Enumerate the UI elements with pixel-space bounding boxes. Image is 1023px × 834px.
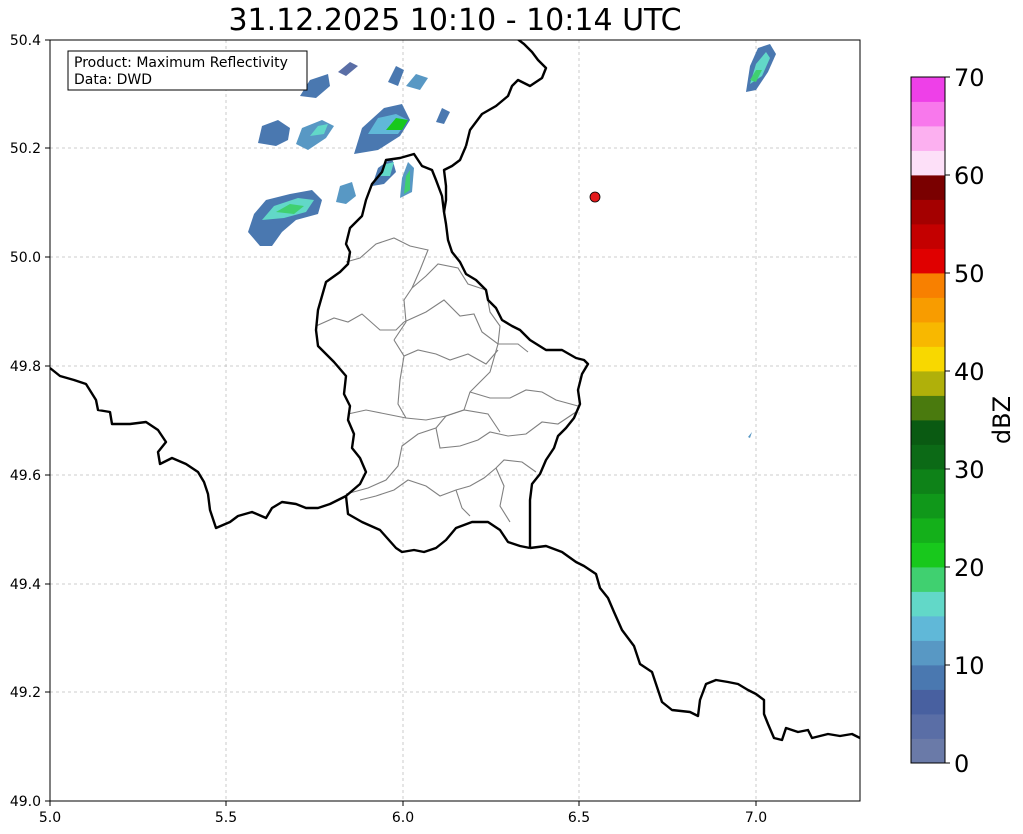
- colorbar-segments: [911, 77, 945, 764]
- y-tick-label: 49.6: [10, 468, 41, 484]
- colorbar-segment: [911, 542, 945, 568]
- colorbar-segment: [911, 77, 945, 102]
- colorbar-tick-label: 0: [954, 750, 969, 778]
- colorbar-tick-label: 10: [954, 652, 985, 680]
- colorbar-segment: [911, 714, 945, 739]
- y-axis: 49.0 49.2 49.4 49.6 49.8 50.0 50.2 50.4: [10, 33, 50, 810]
- colorbar-segment: [911, 126, 945, 151]
- colorbar-segment: [911, 567, 945, 592]
- echo-cell: [258, 120, 290, 146]
- map-frame: [49, 39, 861, 802]
- y-tick-label: 50.2: [10, 141, 41, 157]
- echo-cell: [436, 108, 450, 124]
- colorbar-segment: [911, 101, 945, 127]
- product-info-box: Product: Maximum Reflectivity Data: DWD: [67, 50, 308, 91]
- colorbar-segment: [911, 273, 945, 298]
- x-axis: 5.0 5.5 6.0 6.5 7.0: [39, 801, 767, 826]
- x-tick-label: 5.5: [215, 810, 237, 826]
- country-borders: [50, 40, 860, 742]
- colorbar-segment: [911, 224, 945, 249]
- x-tick-label: 7.0: [745, 810, 767, 826]
- colorbar-segment: [911, 150, 945, 176]
- colorbar-segment: [911, 738, 945, 764]
- product-label: Product: Maximum Reflectivity: [74, 55, 288, 71]
- colorbar-tick-label: 40: [954, 358, 985, 386]
- echo-cell: [248, 190, 322, 246]
- colorbar-segment: [911, 248, 945, 274]
- x-tick-label: 5.0: [39, 810, 61, 826]
- colorbar-segment: [911, 640, 945, 666]
- colorbar-segment: [911, 518, 945, 543]
- colorbar-segment: [911, 297, 945, 323]
- colorbar-tick-label: 60: [954, 162, 985, 190]
- x-tick-label: 6.0: [392, 810, 414, 826]
- y-tick-label: 49.0: [10, 794, 41, 810]
- colorbar-segment: [911, 665, 945, 690]
- colorbar-segment: [911, 689, 945, 715]
- colorbar-tick-label: 30: [954, 456, 985, 484]
- colorbar: 0 10 20 30 40 50 60 70 dBZ: [910, 64, 1016, 778]
- colorbar-segment: [911, 444, 945, 470]
- y-tick-label: 49.8: [10, 359, 41, 375]
- colorbar-segment: [911, 591, 945, 617]
- colorbar-segment: [911, 395, 945, 421]
- radar-site-marker: [589, 191, 601, 203]
- radar-echoes: [248, 44, 776, 438]
- colorbar-tick-label: 50: [954, 260, 985, 288]
- colorbar-tick-label: 70: [954, 64, 985, 92]
- colorbar-segment: [911, 322, 945, 347]
- colorbar-segment: [911, 175, 945, 200]
- colorbar-segment: [911, 199, 945, 225]
- colorbar-segment: [911, 371, 945, 396]
- echo-cell: [748, 432, 752, 438]
- district-boundaries: [315, 237, 579, 523]
- colorbar-segment: [911, 346, 945, 372]
- colorbar-unit-label: dBZ: [988, 396, 1016, 444]
- y-tick-label: 50.0: [10, 250, 41, 266]
- colorbar-segment: [911, 616, 945, 641]
- data-source-label: Data: DWD: [74, 72, 152, 88]
- colorbar-segment: [911, 493, 945, 519]
- radar-figure: 5.0 5.5 6.0 6.5 7.0 49.0 49.2 49.4 49.6 …: [10, 33, 1016, 826]
- colorbar-segment: [911, 469, 945, 494]
- x-tick-label: 6.5: [568, 810, 590, 826]
- echo-cell: [406, 74, 428, 90]
- y-tick-label: 50.4: [10, 33, 41, 49]
- colorbar-tick-label: 20: [954, 554, 985, 582]
- map-gridlines: [50, 40, 860, 801]
- colorbar-segment: [911, 420, 945, 445]
- y-tick-label: 49.4: [10, 577, 41, 593]
- y-tick-label: 49.2: [10, 685, 41, 701]
- echo-cell: [336, 182, 356, 204]
- echo-cell: [388, 66, 404, 86]
- echo-cell: [338, 62, 358, 76]
